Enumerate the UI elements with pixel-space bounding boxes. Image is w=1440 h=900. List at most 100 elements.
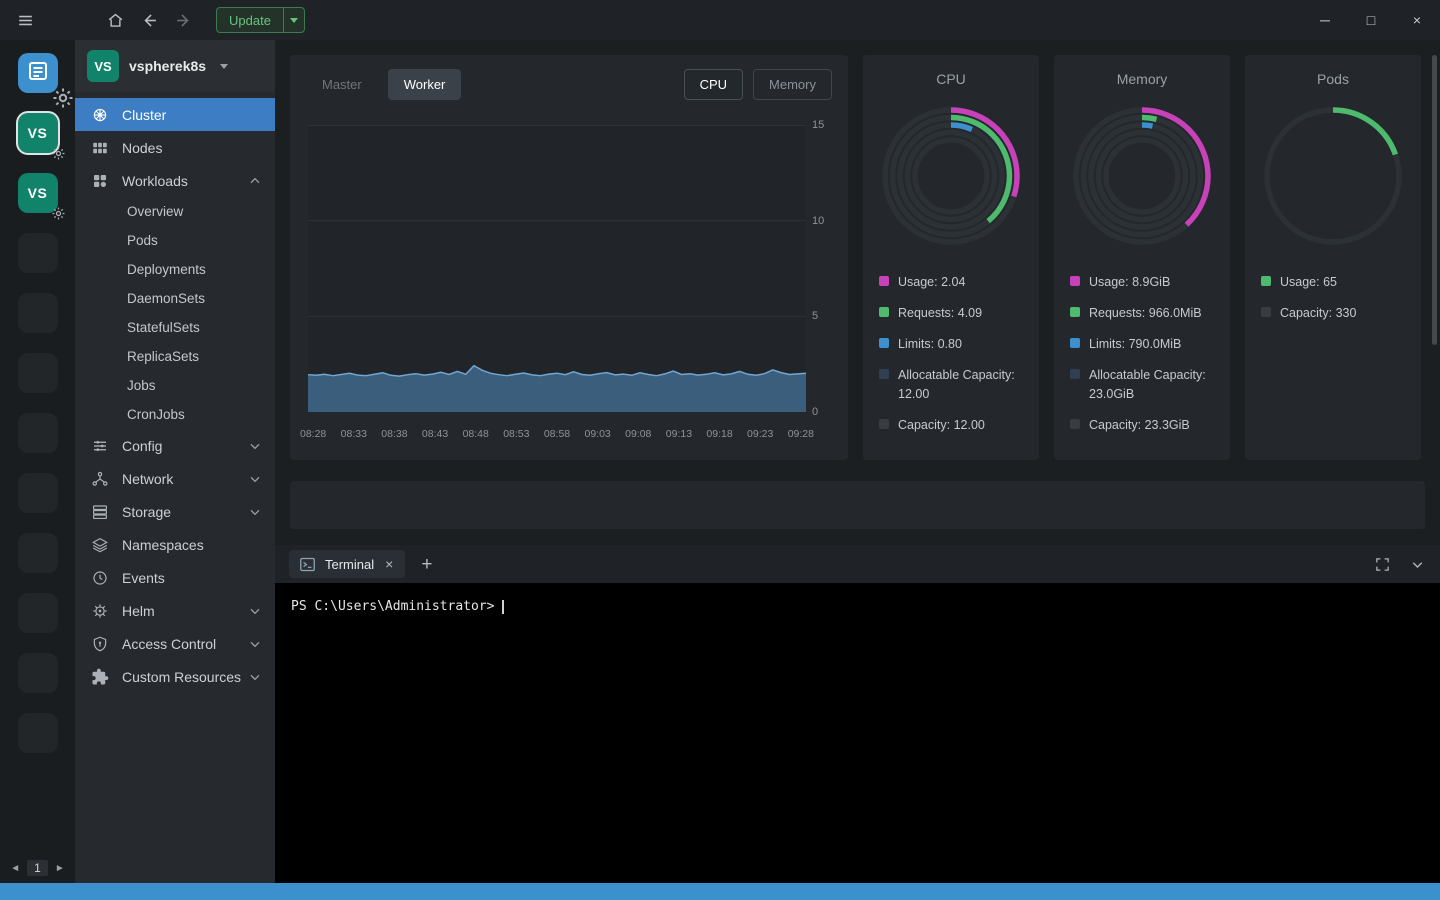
chevron-up-icon[interactable] bbox=[247, 173, 263, 189]
minimize-button[interactable]: ─ bbox=[1302, 0, 1348, 40]
gauge-title: CPU bbox=[936, 71, 966, 87]
close-button[interactable]: × bbox=[1394, 0, 1440, 40]
sidebar-item-custom-resources[interactable]: Custom Resources bbox=[75, 660, 275, 693]
terminal-tab[interactable]: Terminal × bbox=[289, 550, 405, 578]
sidebar-item-cluster[interactable]: Cluster bbox=[75, 98, 275, 131]
sidebar-item-events[interactable]: Events bbox=[75, 561, 275, 594]
sidebar-item-storage[interactable]: Storage bbox=[75, 495, 275, 528]
catalog-button[interactable] bbox=[18, 53, 58, 93]
close-tab-icon[interactable]: × bbox=[383, 555, 395, 573]
sidebar-item-label: Events bbox=[122, 570, 263, 586]
legend-item[interactable]: Requests: 966.0MiB bbox=[1068, 304, 1216, 322]
sidebar-subitem-pods[interactable]: Pods bbox=[75, 226, 275, 255]
helm-icon bbox=[91, 602, 109, 620]
cpu-donut-chart bbox=[876, 101, 1026, 251]
legend-item[interactable]: Allocatable Capacity: 23.0GiB bbox=[1068, 366, 1216, 402]
x-tick: 09:13 bbox=[666, 428, 692, 440]
page-prev-icon[interactable]: ◄ bbox=[10, 863, 20, 874]
add-tab-icon[interactable]: + bbox=[421, 555, 432, 574]
x-tick: 09:23 bbox=[747, 428, 773, 440]
legend-item[interactable]: Limits: 790.0MiB bbox=[1068, 335, 1216, 353]
sidebar-item-label: Config bbox=[122, 438, 247, 454]
rail-empty-slot bbox=[18, 533, 58, 573]
sidebar-item-network[interactable]: Network bbox=[75, 462, 275, 495]
access-icon bbox=[91, 635, 109, 653]
legend-text: Requests: 4.09 bbox=[898, 304, 982, 322]
sidebar-item-config[interactable]: Config bbox=[75, 429, 275, 462]
rail-pager: ◄ 1 ► bbox=[10, 860, 65, 883]
cpu-toggle-button[interactable]: CPU bbox=[684, 69, 743, 100]
sidebar-item-workloads[interactable]: Workloads bbox=[75, 164, 275, 197]
legend-item[interactable]: Capacity: 330 bbox=[1259, 304, 1407, 322]
scrollbar-thumb[interactable] bbox=[1432, 55, 1437, 345]
menu-hamburger-icon[interactable] bbox=[8, 3, 42, 37]
chevron-down-icon[interactable] bbox=[247, 471, 263, 487]
chevron-down-icon[interactable] bbox=[247, 636, 263, 652]
x-tick: 09:08 bbox=[625, 428, 651, 440]
legend-item[interactable]: Usage: 2.04 bbox=[877, 273, 1025, 291]
cluster-switcher[interactable]: VS vspherek8s bbox=[75, 40, 275, 92]
chevron-down-icon[interactable] bbox=[247, 438, 263, 454]
update-button[interactable]: Update bbox=[216, 7, 305, 33]
chevron-down-icon[interactable] bbox=[247, 603, 263, 619]
sidebar-item-namespaces[interactable]: Namespaces bbox=[75, 528, 275, 561]
rail-empty-slot bbox=[18, 593, 58, 633]
memory-legend: Usage: 8.9GiB Requests: 966.0MiB Limits: 7… bbox=[1066, 273, 1218, 447]
rail-cluster-vspherek8s-active[interactable]: VS bbox=[18, 113, 58, 153]
collapse-dock-icon[interactable] bbox=[1409, 556, 1426, 573]
sidebar-item-helm[interactable]: Helm bbox=[75, 594, 275, 627]
maximize-button[interactable]: □ bbox=[1348, 0, 1394, 40]
expand-dock-icon[interactable] bbox=[1374, 556, 1391, 573]
network-icon bbox=[91, 470, 109, 488]
x-tick: 09:18 bbox=[706, 428, 732, 440]
gear-icon[interactable] bbox=[51, 206, 66, 221]
terminal-output[interactable]: PS C:\Users\Administrator> bbox=[275, 583, 1440, 883]
x-tick: 08:48 bbox=[463, 428, 489, 440]
memory-gauge-card: Memory Usage: 8.9GiB Requests: 966.0MiB Li… bbox=[1054, 55, 1230, 460]
rail-cluster-vs-2[interactable]: VS bbox=[18, 173, 58, 213]
gauge-title: Memory bbox=[1117, 71, 1168, 87]
chevron-down-icon[interactable] bbox=[247, 669, 263, 685]
sidebar-subitem-overview[interactable]: Overview bbox=[75, 197, 275, 226]
worker-toggle-button[interactable]: Worker bbox=[388, 69, 462, 100]
chevron-down-icon[interactable] bbox=[247, 504, 263, 520]
sidebar-subitem-cronjobs[interactable]: CronJobs bbox=[75, 400, 275, 429]
legend-swatch bbox=[1070, 307, 1080, 317]
page-number: 1 bbox=[27, 860, 48, 876]
gear-icon[interactable] bbox=[51, 146, 66, 161]
sidebar-item-access-control[interactable]: Access Control bbox=[75, 627, 275, 660]
legend-item[interactable]: Capacity: 12.00 bbox=[877, 416, 1025, 434]
sidebar-subitem-statefulsets[interactable]: StatefulSets bbox=[75, 313, 275, 342]
page-next-icon[interactable]: ► bbox=[55, 863, 65, 874]
home-icon[interactable] bbox=[98, 3, 132, 37]
back-icon[interactable] bbox=[132, 3, 166, 37]
legend-item[interactable]: Requests: 4.09 bbox=[877, 304, 1025, 322]
legend-item[interactable]: Usage: 8.9GiB bbox=[1068, 273, 1216, 291]
sidebar-subitem-jobs[interactable]: Jobs bbox=[75, 371, 275, 400]
terminal-tab-label: Terminal bbox=[325, 557, 374, 572]
x-tick: 08:38 bbox=[381, 428, 407, 440]
x-tick: 08:58 bbox=[544, 428, 570, 440]
chevron-down-icon bbox=[290, 18, 298, 23]
pods-donut-chart bbox=[1258, 101, 1408, 251]
legend-item[interactable]: Limits: 0.80 bbox=[877, 335, 1025, 353]
legend-text: Capacity: 12.00 bbox=[898, 416, 985, 434]
sidebar-subitem-deployments[interactable]: Deployments bbox=[75, 255, 275, 284]
chart-y-axis: 151050 bbox=[808, 125, 834, 412]
gear-icon[interactable] bbox=[51, 86, 66, 101]
dock-controls bbox=[1374, 556, 1426, 573]
rail-empty-slot bbox=[18, 653, 58, 693]
forward-icon[interactable] bbox=[166, 3, 200, 37]
sidebar-subitem-replicasets[interactable]: ReplicaSets bbox=[75, 342, 275, 371]
legend-item[interactable]: Allocatable Capacity: 12.00 bbox=[877, 366, 1025, 402]
memory-toggle-button[interactable]: Memory bbox=[753, 69, 832, 100]
next-row-panel bbox=[290, 481, 1425, 529]
sidebar-subitem-daemonsets[interactable]: DaemonSets bbox=[75, 284, 275, 313]
legend-item[interactable]: Usage: 65 bbox=[1259, 273, 1407, 291]
update-dropdown-caret[interactable] bbox=[284, 18, 304, 23]
sidebar-item-nodes[interactable]: Nodes bbox=[75, 131, 275, 164]
legend-swatch bbox=[1070, 419, 1080, 429]
x-tick: 08:43 bbox=[422, 428, 448, 440]
legend-item[interactable]: Capacity: 23.3GiB bbox=[1068, 416, 1216, 434]
master-toggle-button[interactable]: Master bbox=[306, 69, 378, 100]
